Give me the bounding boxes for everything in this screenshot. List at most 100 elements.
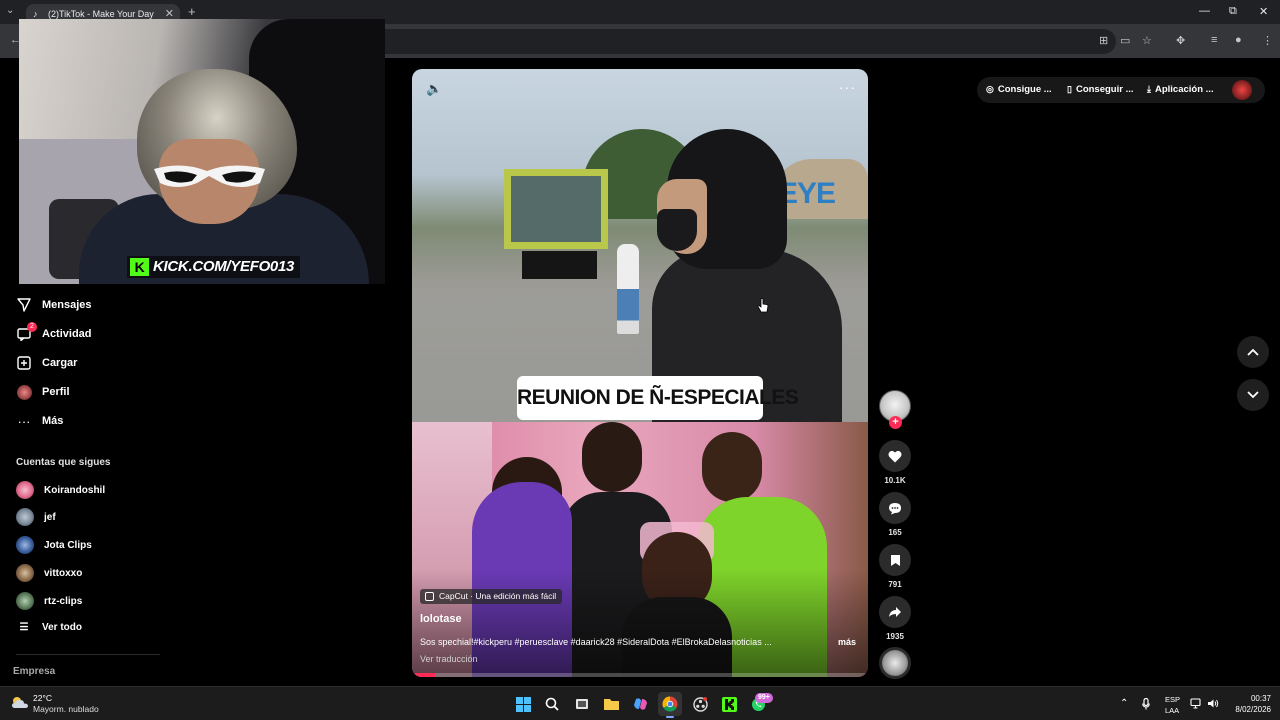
sidebar-item-label: Más bbox=[42, 415, 64, 427]
video-author[interactable]: lolotase bbox=[420, 613, 462, 625]
sidebar-item-perfil[interactable]: Perfil bbox=[16, 381, 70, 403]
weather-condition[interactable]: Mayorm. nublado bbox=[33, 704, 99, 714]
kick-app-button[interactable] bbox=[717, 692, 741, 716]
microphone-icon[interactable] bbox=[1142, 697, 1150, 713]
account-name: Koirandoshil bbox=[44, 484, 106, 496]
copilot-button[interactable] bbox=[628, 692, 652, 716]
sidebar-divider bbox=[16, 654, 160, 655]
avatar bbox=[16, 592, 34, 610]
sidebar-item-label: Cargar bbox=[42, 357, 78, 369]
company-heading: Empresa bbox=[13, 666, 56, 677]
tab-title: (2)TikTok - Make Your Day bbox=[48, 9, 154, 19]
bookmark-icon bbox=[890, 554, 900, 566]
notification-badge: 2 bbox=[27, 322, 37, 332]
search-icon bbox=[545, 697, 559, 711]
sidebar-item-mensajes[interactable]: Mensajes bbox=[16, 294, 92, 316]
list-icon: ☰ bbox=[19, 622, 29, 633]
account-name: Jota Clips bbox=[44, 539, 92, 551]
followed-account[interactable]: Jota Clips bbox=[16, 535, 92, 555]
account-name: jef bbox=[44, 511, 56, 523]
chrome-taskbar-button[interactable] bbox=[658, 692, 682, 718]
system-clock[interactable]: 00:37 bbox=[1231, 694, 1271, 703]
system-date[interactable]: 8/02/2026 bbox=[1216, 705, 1271, 714]
obs-icon bbox=[692, 696, 708, 712]
copilot-icon bbox=[633, 698, 647, 710]
see-all-link[interactable]: ☰ Ver todo bbox=[16, 622, 83, 633]
translate-icon[interactable]: ⊞ bbox=[1099, 34, 1108, 47]
new-tab-button[interactable]: + bbox=[188, 4, 196, 19]
see-translation-link[interactable]: Ver traducción bbox=[420, 654, 478, 664]
video-player[interactable]: EYE REUNION DE Ñ-ESPECIALES 🔈 ··· CapCut… bbox=[412, 69, 868, 677]
previous-video-button[interactable] bbox=[1237, 336, 1269, 368]
sidebar-item-label: Actividad bbox=[42, 328, 92, 340]
next-video-button[interactable] bbox=[1237, 379, 1269, 411]
bookmark-star-icon[interactable]: ☆ bbox=[1142, 34, 1152, 47]
more-icon: ··· bbox=[17, 413, 31, 429]
search-button[interactable] bbox=[540, 692, 564, 716]
followed-account[interactable]: jef bbox=[16, 507, 56, 527]
desktop-app-label: Aplicación ... bbox=[1154, 84, 1214, 95]
avatar bbox=[16, 481, 34, 499]
input-language[interactable]: ESP bbox=[1165, 695, 1180, 704]
folder-icon bbox=[603, 699, 619, 710]
following-heading: Cuentas que sigues bbox=[16, 457, 111, 468]
video-progress-bar[interactable] bbox=[412, 673, 868, 677]
task-view-button[interactable] bbox=[570, 692, 594, 716]
browser-menu-icon[interactable]: ⋮ bbox=[1262, 34, 1273, 47]
capcut-label: CapCut · Una edición más fácil bbox=[439, 591, 557, 601]
description-more-link[interactable]: más bbox=[838, 637, 856, 647]
hand-cursor-icon bbox=[757, 298, 769, 313]
follow-plus-button[interactable]: + bbox=[889, 416, 902, 429]
kick-url-text: KICK.COM/YEFO013 bbox=[153, 258, 295, 275]
desktop-app-button[interactable]: ⤓ Aplicación ... bbox=[1147, 84, 1214, 95]
reading-list-icon[interactable]: ≡ bbox=[1211, 34, 1217, 46]
weather-temperature[interactable]: 22°C bbox=[33, 693, 52, 703]
get-app-button[interactable]: ▯ Conseguir ... bbox=[1067, 84, 1134, 95]
file-explorer-button[interactable] bbox=[599, 692, 623, 716]
start-button[interactable] bbox=[511, 692, 535, 716]
cast-icon[interactable]: ▭ bbox=[1120, 34, 1130, 47]
close-window-button[interactable]: ✕ bbox=[1259, 5, 1268, 18]
share-button[interactable] bbox=[879, 596, 911, 628]
video-caption-overlay: REUNION DE Ñ-ESPECIALES bbox=[517, 376, 799, 420]
comment-button[interactable] bbox=[879, 492, 911, 524]
tab-search-icon[interactable]: ⌄ bbox=[6, 5, 14, 16]
user-avatar[interactable] bbox=[1232, 80, 1252, 100]
save-button[interactable] bbox=[879, 544, 911, 576]
like-count: 10.1K bbox=[884, 476, 906, 485]
video-more-icon[interactable]: ··· bbox=[839, 79, 856, 95]
sidebar-item-actividad[interactable]: 2 Actividad bbox=[16, 322, 92, 345]
volume-icon[interactable]: 🔈 bbox=[426, 81, 442, 97]
followed-account[interactable]: rtz-clips bbox=[16, 591, 82, 611]
whatsapp-notification-badge: 99+ bbox=[755, 693, 773, 703]
comment-count: 165 bbox=[888, 528, 902, 537]
restore-button[interactable]: ⧉ bbox=[1229, 5, 1237, 18]
share-count: 1935 bbox=[886, 632, 904, 641]
extensions-icon[interactable]: ✥ bbox=[1176, 34, 1185, 47]
get-coins-label: Consigue ... bbox=[997, 84, 1052, 95]
profile-icon[interactable]: ● bbox=[1235, 34, 1242, 46]
inbox-icon: 2 bbox=[16, 322, 37, 342]
followed-account[interactable]: vittoxxo bbox=[16, 563, 82, 583]
comment-icon bbox=[889, 502, 901, 514]
tiktok-favicon-icon: ♪ bbox=[33, 9, 38, 19]
heart-icon bbox=[888, 450, 902, 462]
get-coins-button[interactable]: ◎ Consigue ... bbox=[986, 84, 1052, 95]
music-disc-avatar[interactable] bbox=[879, 647, 911, 679]
see-all-label: Ver todo bbox=[42, 622, 83, 633]
video-progress-fill bbox=[412, 673, 435, 677]
followed-account[interactable]: Koirandoshil bbox=[16, 480, 105, 500]
input-layout[interactable]: LAA bbox=[1165, 706, 1179, 715]
sidebar-item-cargar[interactable]: Cargar bbox=[16, 352, 77, 374]
like-button[interactable] bbox=[879, 440, 911, 472]
account-name: vittoxxo bbox=[44, 567, 83, 579]
chevron-down-icon bbox=[1247, 391, 1259, 399]
sidebar-item-mas[interactable]: ··· Más bbox=[16, 410, 64, 432]
network-icon[interactable] bbox=[1190, 698, 1201, 712]
minimize-button[interactable]: — bbox=[1199, 5, 1210, 17]
sidebar-item-label: Mensajes bbox=[42, 299, 92, 311]
tray-overflow-icon[interactable]: ⌃ bbox=[1120, 698, 1128, 709]
sidebar-item-label: Perfil bbox=[42, 386, 70, 398]
obs-button[interactable] bbox=[688, 692, 712, 716]
capcut-tag[interactable]: CapCut · Una edición más fácil bbox=[420, 589, 563, 604]
